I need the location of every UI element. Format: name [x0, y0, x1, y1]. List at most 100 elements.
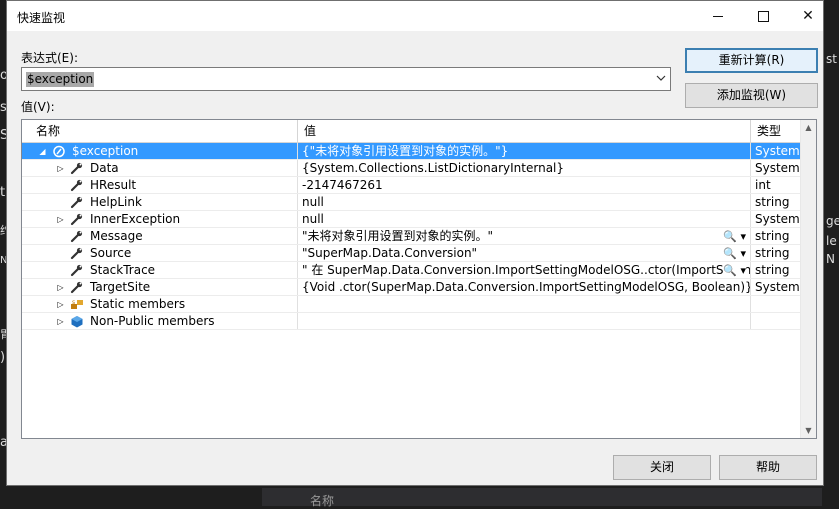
- table-row[interactable]: StackTrace " 在 SuperMap.Data.Conversion.I…: [22, 262, 802, 279]
- name-cell: ◢ $exception: [22, 143, 298, 160]
- property-wrench-icon: [70, 247, 83, 260]
- expression-input[interactable]: $exception: [26, 72, 95, 87]
- row-name: HResult: [90, 178, 137, 192]
- expand-icon[interactable]: ▷: [56, 283, 65, 292]
- table-row[interactable]: ◢ $exception {"未将对象引用设置到对象的实例。"} System.N: [22, 143, 811, 160]
- collapse-icon[interactable]: ◢: [38, 147, 47, 156]
- close-icon: ✕: [802, 8, 814, 24]
- bg-glyph: N: [826, 252, 835, 266]
- row-value: null: [302, 212, 324, 226]
- table-row[interactable]: ▷ Non-Public members: [22, 313, 802, 330]
- value-cell: null: [298, 211, 751, 228]
- row-name: Data: [90, 161, 119, 175]
- table-row[interactable]: ▷ s Static members: [22, 296, 802, 313]
- value-cell: null: [298, 194, 751, 211]
- row-value: "SuperMap.Data.Conversion": [302, 246, 478, 260]
- bg-glyph: st: [826, 52, 837, 66]
- watch-grid: 名称 值 类型 ◢ $exception {"未将对象引用设置到对象的实例。"} Sy…: [21, 119, 817, 439]
- name-cell: ▷ InnerException: [22, 211, 298, 228]
- quick-watch-dialog: 快速监视 ✕ 表达式(E): $exception 值(V): 重新计算(R) …: [6, 0, 824, 486]
- table-row[interactable]: ▷ Data {System.Collections.ListDictionaryI…: [22, 160, 811, 177]
- expression-combobox[interactable]: $exception: [21, 67, 671, 91]
- text-visualizer-icon[interactable]: 🔍 ▾: [723, 245, 746, 262]
- row-value: null: [302, 195, 324, 209]
- name-cell: HResult: [22, 177, 298, 194]
- table-row[interactable]: Source "SuperMap.Data.Conversion" 🔍 ▾ strin…: [22, 245, 802, 262]
- table-row[interactable]: HResult -2147467261 int: [22, 177, 802, 194]
- text-visualizer-icon[interactable]: 🔍 ▾: [723, 228, 746, 245]
- grid-header: 名称 值 类型: [22, 120, 802, 143]
- minimize-icon: [713, 15, 723, 17]
- dialog-title: 快速监视: [17, 11, 66, 25]
- bg-glyph: ): [0, 350, 6, 365]
- name-cell: ▷ s Static members: [22, 296, 298, 313]
- name-cell: StackTrace: [22, 262, 298, 279]
- value-cell: -2147467261: [298, 177, 751, 194]
- name-cell: Source: [22, 245, 298, 262]
- add-watch-button[interactable]: 添加监视(W): [685, 83, 818, 108]
- property-wrench-icon: [70, 213, 83, 226]
- value-cell: [298, 296, 751, 313]
- value-cell: {"未将对象引用设置到对象的实例。"}: [298, 143, 751, 160]
- text-visualizer-icon[interactable]: 🔍 ▾: [723, 262, 746, 279]
- expand-icon[interactable]: ▷: [56, 300, 65, 309]
- row-divider: [22, 329, 802, 330]
- background-editor-right: st ge le N: [824, 0, 839, 506]
- value-cell: {System.Collections.ListDictionaryIntern…: [298, 160, 751, 177]
- name-cell: ▷ Non-Public members: [22, 313, 298, 330]
- row-value: {System.Collections.ListDictionaryIntern…: [302, 161, 565, 175]
- property-wrench-icon: [70, 162, 83, 175]
- row-name: Non-Public members: [90, 314, 215, 328]
- bottom-panel-tab: 名称: [262, 488, 822, 508]
- table-row[interactable]: HelpLink null string: [22, 194, 802, 211]
- row-name: Source: [90, 246, 132, 260]
- expand-icon[interactable]: ▷: [56, 164, 65, 173]
- exception-icon: [53, 145, 65, 158]
- bottom-panel-label: 名称: [310, 494, 335, 508]
- recalculate-button[interactable]: 重新计算(R): [685, 48, 818, 73]
- name-cell: ▷ TargetSite: [22, 279, 298, 296]
- property-wrench-icon: [70, 196, 83, 209]
- value-cell: {Void .ctor(SuperMap.Data.Conversion.Imp…: [298, 279, 751, 296]
- table-row[interactable]: Message "未将对象引用设置到对象的实例。" 🔍 ▾ string: [22, 228, 802, 245]
- row-value: {"未将对象引用设置到对象的实例。"}: [302, 144, 509, 158]
- table-row[interactable]: ▷ InnerException null System.E: [22, 211, 811, 228]
- name-cell: HelpLink: [22, 194, 298, 211]
- table-row[interactable]: ▷ TargetSite {Void .ctor(SuperMap.Data.Con…: [22, 279, 811, 296]
- column-header-value[interactable]: 值: [298, 120, 751, 142]
- chevron-down-icon[interactable]: [656, 73, 666, 83]
- help-button[interactable]: 帮助: [719, 455, 817, 480]
- close-button[interactable]: 关闭: [613, 455, 711, 480]
- bg-glyph: t: [0, 185, 6, 200]
- row-name: InnerException: [90, 212, 181, 226]
- vertical-scrollbar[interactable]: ▲ ▼: [800, 120, 816, 438]
- scroll-down-icon[interactable]: ▼: [801, 423, 816, 438]
- value-cell: "未将对象引用设置到对象的实例。" 🔍 ▾: [298, 228, 751, 245]
- row-value: {Void .ctor(SuperMap.Data.Conversion.Imp…: [302, 280, 751, 294]
- close-window-button[interactable]: ✕: [786, 1, 830, 31]
- row-name: Static members: [90, 297, 186, 311]
- value-label: 值(V):: [21, 100, 55, 114]
- minimize-button[interactable]: [696, 1, 740, 31]
- static-members-icon: s: [71, 299, 83, 309]
- bg-glyph: le: [826, 234, 837, 248]
- maximize-button[interactable]: [741, 1, 785, 31]
- expand-icon[interactable]: ▷: [56, 317, 65, 326]
- property-wrench-icon: [70, 179, 83, 192]
- column-header-name[interactable]: 名称: [22, 120, 298, 142]
- maximize-icon: [757, 10, 769, 22]
- scroll-up-icon[interactable]: ▲: [801, 120, 816, 135]
- expand-icon[interactable]: ▷: [56, 215, 65, 224]
- expression-label: 表达式(E):: [21, 51, 78, 65]
- bg-glyph: ge: [826, 214, 839, 228]
- row-value: "未将对象引用设置到对象的实例。": [302, 229, 494, 243]
- background-bottom-panel: 名称: [0, 486, 839, 508]
- property-wrench-icon: [70, 281, 83, 294]
- row-value: -2147467261: [302, 178, 383, 192]
- value-cell: " 在 SuperMap.Data.Conversion.ImportSetti…: [298, 262, 751, 279]
- non-public-members-icon: [71, 316, 83, 328]
- property-wrench-icon: [70, 230, 83, 243]
- row-name: Message: [90, 229, 143, 243]
- name-cell: Message: [22, 228, 298, 245]
- value-cell: "SuperMap.Data.Conversion" 🔍 ▾: [298, 245, 751, 262]
